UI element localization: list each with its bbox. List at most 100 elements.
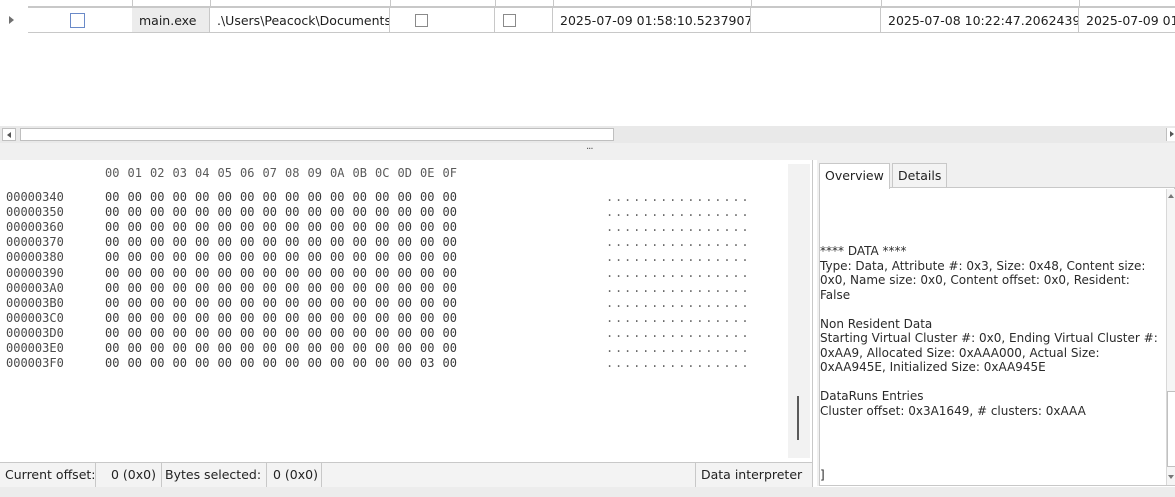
accessed-cell[interactable]: 2025-07-09 01: — [1079, 7, 1175, 33]
created-cell[interactable]: 2025-07-09 01:58:10.5237907 — [553, 7, 751, 33]
path-cell[interactable]: .\Users\Peacock\Documents — [210, 7, 390, 33]
hex-offset: 00000350 — [6, 205, 64, 220]
select-cell[interactable] — [28, 7, 133, 33]
horizontal-scrollbar[interactable] — [0, 126, 1175, 143]
hex-ascii[interactable]: ................ — [606, 356, 750, 370]
attribute-panel: Overview Details **** DATA **** Type: Dat… — [817, 160, 1175, 486]
hex-offset: 000003B0 — [6, 295, 64, 310]
hex-bytes[interactable]: 00 00 00 00 00 00 00 00 00 00 00 00 00 00 00 00 — [105, 266, 465, 280]
hex-column-label: 03 — [172, 166, 187, 180]
hex-offset: 00000370 — [6, 235, 64, 250]
hex-column-label: 04 — [195, 166, 210, 180]
hex-column-label: 0C — [375, 166, 390, 180]
overview-line: Type: Data, Attribute #: 0x3, Size: 0x48… — [820, 258, 1146, 302]
hex-column-label: 0F — [442, 166, 457, 180]
hex-column-label: 01 — [127, 166, 142, 180]
hex-offset: 000003F0 — [6, 356, 64, 371]
hex-offset: 00000340 — [6, 190, 64, 204]
hex-offset: 00000380 — [6, 250, 64, 265]
hex-offset: 00000360 — [6, 220, 64, 235]
hex-bytes[interactable]: 00 00 00 00 00 00 00 00 00 00 00 00 00 00 00 00 — [105, 250, 465, 264]
overview-line: Cluster offset: 0x3A1649, # clusters: 0x… — [820, 403, 1086, 418]
modified-cell[interactable]: 2025-07-08 10:22:47.2062439 — [881, 7, 1079, 33]
scroll-left-button[interactable] — [2, 128, 16, 141]
splitter-grip-icon: ··· — [586, 144, 593, 155]
overview-text: **** DATA **** Type: Data, Attribute #: 0… — [820, 244, 1158, 433]
hex-ascii[interactable]: ................ — [606, 341, 750, 355]
hex-column-label: 00 — [105, 166, 120, 180]
hex-column-label: 02 — [150, 166, 165, 180]
previous-table-row[interactable] — [28, 0, 1175, 7]
panel-vertical-scrollbar[interactable] — [1166, 189, 1175, 485]
hex-column-label: 0A — [330, 166, 345, 180]
tab-details[interactable]: Details — [892, 163, 948, 188]
hex-column-label: 07 — [262, 166, 277, 180]
table-row[interactable]: main.exe .\Users\Peacock\Documents 2025-… — [0, 7, 1175, 34]
hex-column-header: 00 01 02 03 04 05 06 07 08 09 0A 0B 0C 0D 0E 0F — [105, 166, 465, 182]
overview-line: Starting Virtual Cluster #: 0x0, Ending … — [820, 331, 1158, 374]
hex-ascii[interactable]: ................ — [606, 266, 750, 280]
hex-bytes[interactable]: 00 00 00 00 00 00 00 00 00 00 00 00 00 00 00 00 — [105, 311, 465, 325]
hex-ascii[interactable]: ................ — [606, 235, 750, 249]
hex-offset: 000003D0 — [6, 325, 64, 340]
hex-bytes[interactable]: 00 00 00 00 00 00 00 00 00 00 00 00 00 00 00 00 — [105, 341, 465, 355]
row-select-checkbox[interactable] — [70, 13, 85, 28]
hex-ascii[interactable]: ................ — [606, 205, 750, 219]
overview-line: Non Resident Data — [820, 316, 933, 331]
overview-line: **** DATA **** — [820, 244, 907, 258]
hex-column-label: 0E — [420, 166, 435, 180]
hex-column-label: 05 — [217, 166, 232, 180]
tab-overview[interactable]: Overview — [819, 163, 890, 189]
scroll-down-icon[interactable] — [1168, 475, 1174, 479]
data-interpreter-button[interactable]: Data interpreter — [695, 463, 807, 487]
status-bar: Current offset: 0 (0x0) Bytes selected: … — [0, 462, 813, 487]
hex-vertical-scrollbar[interactable] — [788, 164, 810, 458]
hex-bytes[interactable]: 00 00 00 00 00 00 00 00 00 00 00 00 00 00 00 00 — [105, 190, 465, 204]
hex-bytes[interactable]: 00 00 00 00 00 00 00 00 00 00 00 00 00 00 03 00 — [105, 356, 465, 370]
hex-column-label: 09 — [307, 166, 322, 180]
hex-column-label: 0D — [397, 166, 412, 180]
hex-offset: 000003E0 — [6, 341, 64, 355]
current-offset-value: 0 (0x0) — [106, 463, 162, 487]
panel-scroll-thumb[interactable] — [1167, 391, 1175, 467]
bytes-selected-value: 0 (0x0) — [268, 463, 322, 487]
hex-ascii[interactable]: ................ — [606, 311, 750, 325]
hex-bytes[interactable]: 00 00 00 00 00 00 00 00 00 00 00 00 00 00 00 00 — [105, 281, 465, 295]
row-indicator-icon — [9, 16, 14, 24]
bytes-selected-label: Bytes selected: — [160, 463, 268, 487]
splitter[interactable]: ··· — [0, 143, 1175, 160]
flag-cell-1[interactable] — [390, 7, 495, 33]
closing-bracket: ] — [820, 468, 825, 482]
hex-bytes[interactable]: 00 00 00 00 00 00 00 00 00 00 00 00 00 00 00 00 — [105, 220, 465, 234]
hex-bytes[interactable]: 00 00 00 00 00 00 00 00 00 00 00 00 00 00 00 00 — [105, 235, 465, 249]
hex-bytes[interactable]: 00 00 00 00 00 00 00 00 00 00 00 00 00 00 00 00 — [105, 296, 465, 310]
flag-cell-2[interactable] — [495, 7, 553, 33]
hex-bytes[interactable]: 00 00 00 00 00 00 00 00 00 00 00 00 00 00 00 00 — [105, 326, 465, 340]
current-offset-label: Current offset: — [0, 463, 96, 487]
hex-ascii[interactable]: ................ — [606, 250, 750, 264]
hex-ascii[interactable]: ................ — [606, 190, 750, 204]
hex-ascii[interactable]: ................ — [606, 281, 750, 295]
flag-checkbox-2[interactable] — [503, 14, 516, 27]
hex-bytes[interactable]: 00 00 00 00 00 00 00 00 00 00 00 00 00 00 00 00 — [105, 205, 465, 219]
overview-content[interactable]: **** DATA **** Type: Data, Attribute #: 0… — [819, 187, 1175, 486]
hex-column-label: 0B — [352, 166, 367, 180]
hex-offset: 00000390 — [6, 265, 64, 280]
hex-column-label: 08 — [285, 166, 300, 180]
scroll-up-icon[interactable] — [1168, 194, 1174, 198]
flag-checkbox-1[interactable] — [415, 14, 428, 27]
hex-column-label: 06 — [240, 166, 255, 180]
hex-ascii[interactable]: ................ — [606, 326, 750, 340]
hex-ascii[interactable]: ................ — [606, 220, 750, 234]
name-cell[interactable]: main.exe — [132, 7, 210, 33]
hex-scroll-thumb[interactable] — [797, 396, 799, 440]
file-table: main.exe .\Users\Peacock\Documents 2025-… — [0, 0, 1175, 38]
hex-view[interactable]: 00 01 02 03 04 05 06 07 08 09 0A 0B 0C 0D 0E 0F 0000034… — [0, 160, 813, 462]
empty-cell[interactable] — [751, 7, 881, 33]
scroll-right-button[interactable] — [1166, 128, 1175, 141]
hex-offset: 000003A0 — [6, 280, 64, 295]
bottom-strip — [0, 487, 1175, 497]
scroll-thumb[interactable] — [20, 128, 614, 141]
hex-offset: 000003C0 — [6, 310, 64, 325]
hex-ascii[interactable]: ................ — [606, 296, 750, 310]
